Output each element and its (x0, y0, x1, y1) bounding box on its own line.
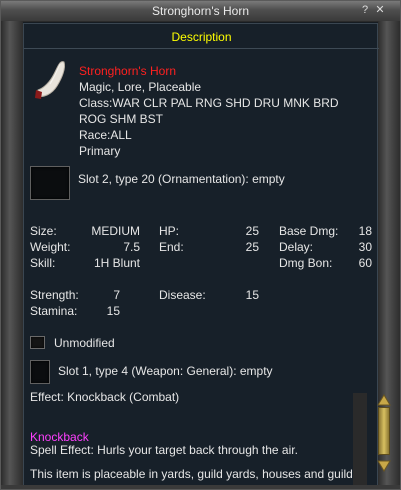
stamina-value: 15 (106, 304, 120, 318)
item-classes-cont: ROG SHM BST (79, 112, 164, 126)
item-name: Stronghorn's Horn (79, 64, 177, 78)
weapon-aug-slot-label: Slot 1, type 4 (Weapon: General): empty (58, 364, 273, 378)
spell-effect: Spell Effect: Hurls your target back thr… (30, 443, 298, 457)
base-dmg-value: 18 (358, 224, 372, 238)
hp-value: 25 (245, 224, 259, 238)
skill-value: 1H Blunt (93, 256, 140, 270)
scroll-thumb[interactable] (378, 407, 390, 455)
stamina-label: Stamina: (30, 304, 78, 318)
item-window: Stronghorn's Horn ? ✕ Description Strong… (0, 0, 401, 490)
delay-value: 30 (358, 240, 372, 254)
scrollbar[interactable] (353, 393, 367, 489)
item-flags: Magic, Lore, Placeable (79, 80, 202, 94)
effect-text: Effect: Knockback (Combat) (30, 390, 180, 404)
title-bar[interactable]: Stronghorn's Horn ? ✕ (1, 1, 400, 22)
close-button[interactable]: ✕ (374, 4, 386, 16)
frame-bottom (1, 485, 400, 489)
end-value: 25 (245, 240, 259, 254)
hp-label: HP: (159, 224, 180, 238)
disease-label: Disease: (159, 288, 206, 302)
close-icon: ✕ (375, 4, 385, 16)
strength-label: Strength: (30, 288, 79, 302)
weight-label: Weight: (30, 240, 71, 254)
horn-icon[interactable] (30, 56, 72, 104)
scroll-up-button[interactable] (377, 393, 391, 406)
section-header: Description (171, 30, 232, 44)
arrow-down-icon (377, 460, 391, 472)
window-title: Stronghorn's Horn (151, 4, 249, 18)
item-classes: Class:WAR CLR PAL RNG SHD DRU MNK BRD (79, 96, 339, 110)
size-value: MEDIUM (91, 224, 140, 238)
arrow-up-icon (377, 394, 391, 406)
size-label: Size: (30, 224, 57, 238)
spell-name[interactable]: Knockback (30, 430, 89, 444)
placeable-text: This item is placeable in yards, guild y… (30, 467, 353, 481)
item-slot: Primary (79, 144, 121, 158)
help-button[interactable]: ? (359, 4, 371, 16)
delay-label: Delay: (279, 240, 314, 254)
unmodified-label: Unmodified (54, 336, 115, 350)
item-race: Race:ALL (79, 128, 132, 142)
strength-value: 7 (113, 288, 120, 302)
dmg-bon-value: 60 (358, 256, 372, 270)
divider (24, 48, 379, 49)
disease-value: 15 (245, 288, 259, 302)
dmg-bon-label: Dmg Bon: (279, 256, 333, 270)
scroll-down-button[interactable] (377, 459, 391, 472)
skill-label: Skill: (30, 256, 56, 270)
ornament-slot-label: Slot 2, type 20 (Ornamentation): empty (78, 172, 285, 186)
description-panel: Description Stronghorn's Horn Magic, Lor… (23, 23, 379, 489)
ornament-slot[interactable] (30, 166, 70, 200)
base-dmg-label: Base Dmg: (279, 224, 339, 238)
unmodified-checkbox[interactable] (30, 336, 45, 349)
weapon-aug-slot[interactable] (30, 360, 50, 384)
weight-value: 7.5 (123, 240, 140, 254)
end-label: End: (159, 240, 184, 254)
frame-left (1, 21, 23, 489)
